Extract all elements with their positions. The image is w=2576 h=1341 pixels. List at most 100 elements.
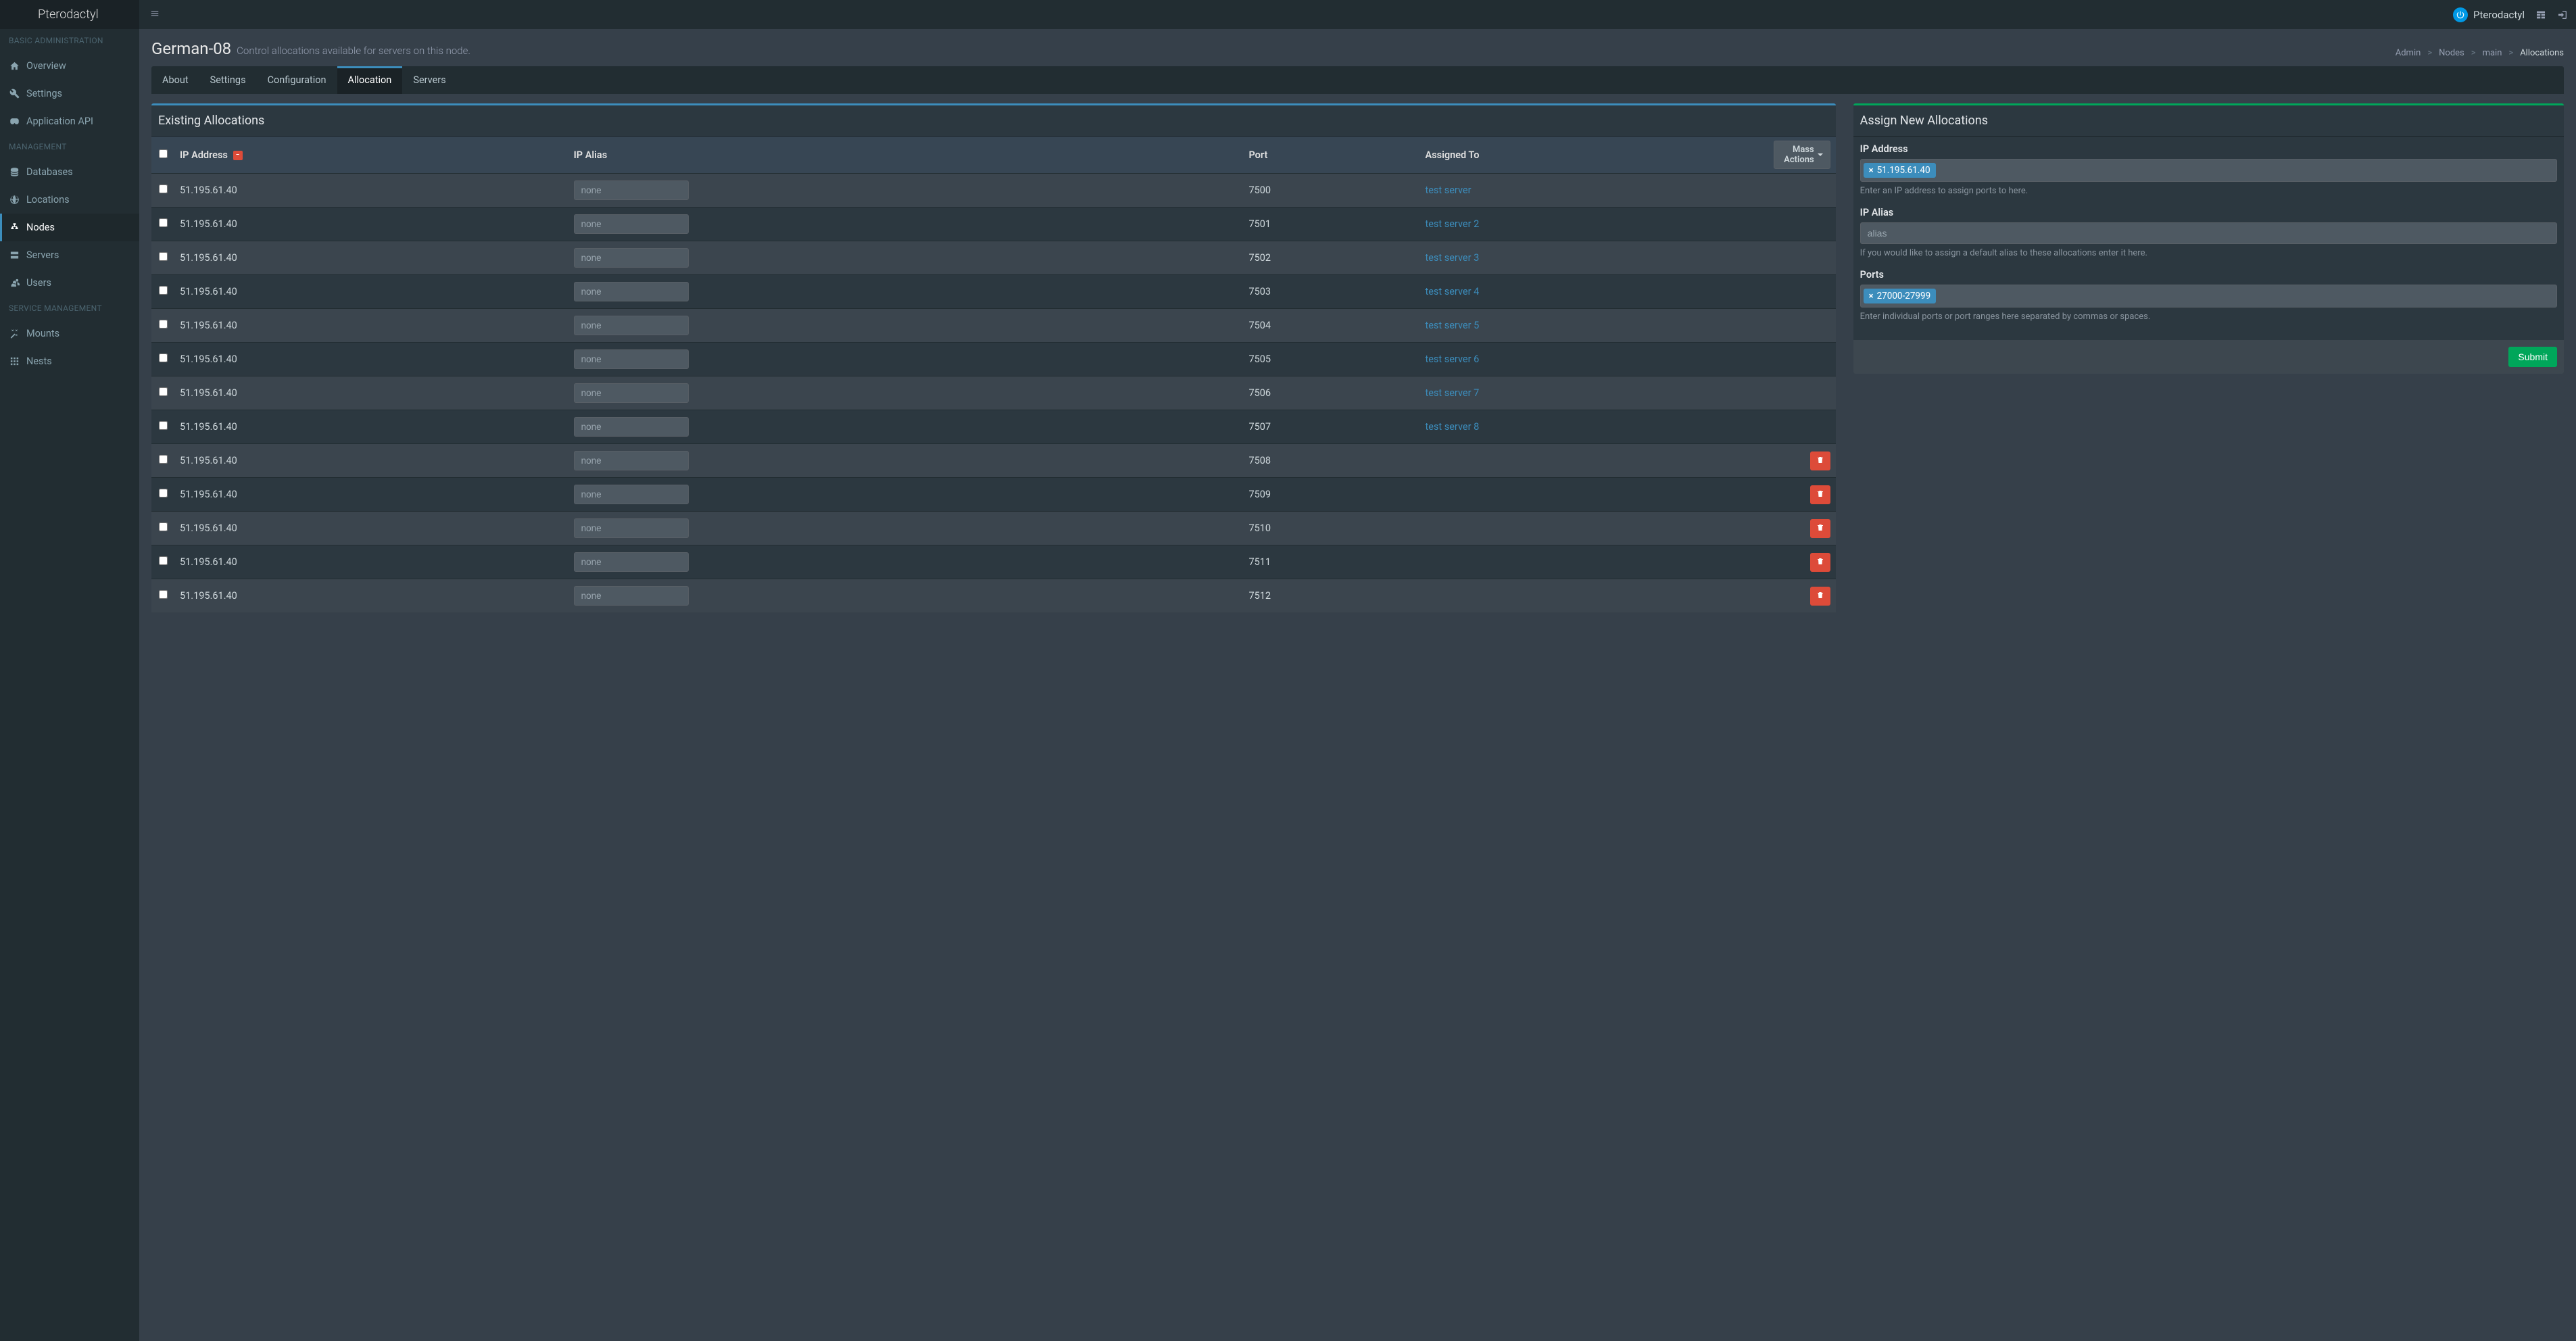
row-assigned: test server 7 (1419, 376, 1768, 410)
select-all-checkbox[interactable] (159, 149, 168, 158)
row-checkbox[interactable] (159, 353, 168, 362)
row-checkbox[interactable] (159, 320, 168, 328)
sidebar-section-header: BASIC ADMINISTRATION (0, 29, 139, 52)
row-assigned (1419, 478, 1768, 512)
row-assigned (1419, 579, 1768, 613)
ip-tag-input[interactable]: × 51.195.61.40 (1860, 159, 2557, 182)
row-port: 7509 (1243, 478, 1419, 512)
page-subtitle: Control allocations available for server… (237, 45, 470, 57)
assigned-server-link[interactable]: test server 6 (1425, 353, 1479, 365)
row-checkbox[interactable] (159, 387, 168, 396)
logout-icon[interactable] (2557, 9, 2568, 20)
row-alias-input[interactable] (574, 451, 689, 470)
delete-allocation-button[interactable] (1810, 519, 1830, 538)
row-checkbox[interactable] (159, 556, 168, 565)
row-alias-input[interactable] (574, 282, 689, 301)
row-actions (1768, 579, 1836, 613)
tab-settings[interactable]: Settings (199, 66, 257, 94)
row-checkbox[interactable] (159, 421, 168, 430)
sidebar-item-nodes[interactable]: Nodes (0, 214, 139, 241)
collapse-icon[interactable]: − (233, 151, 243, 160)
row-alias-input[interactable] (574, 349, 689, 369)
row-checkbox[interactable] (159, 252, 168, 261)
ports-tag-input[interactable]: × 27000-27999 (1860, 285, 2557, 308)
sidebar-item-users[interactable]: Users (0, 269, 139, 297)
delete-allocation-button[interactable] (1810, 485, 1830, 504)
assigned-server-link[interactable]: test server (1425, 185, 1471, 196)
trash-icon (1816, 456, 1824, 466)
assigned-server-link[interactable]: test server 2 (1425, 218, 1479, 230)
ip-tag[interactable]: × 51.195.61.40 (1864, 163, 1936, 178)
mass-actions-label: Mass Actions (1781, 145, 1814, 165)
remove-tag-icon[interactable]: × (1869, 291, 1874, 301)
row-alias-input[interactable] (574, 214, 689, 234)
trash-icon (1816, 557, 1824, 568)
tab-configuration[interactable]: Configuration (257, 66, 337, 94)
ports-tag[interactable]: × 27000-27999 (1864, 289, 1937, 303)
tab-about[interactable]: About (151, 66, 199, 94)
sidebar-item-nests[interactable]: Nests (0, 347, 139, 375)
row-port: 7505 (1243, 343, 1419, 376)
sidebar-item-databases[interactable]: Databases (0, 158, 139, 186)
breadcrumb-link[interactable]: Admin (2396, 48, 2421, 58)
brand-logo[interactable]: Pterodactyl (0, 7, 139, 22)
user-menu[interactable]: Pterodactyl (2453, 7, 2525, 22)
table-row: 51.195.61.407505test server 6 (151, 343, 1836, 376)
row-checkbox[interactable] (159, 218, 168, 227)
table-row: 51.195.61.407511 (151, 545, 1836, 579)
tab-servers[interactable]: Servers (402, 66, 456, 94)
row-alias-input[interactable] (574, 485, 689, 504)
row-checkbox[interactable] (159, 286, 168, 295)
calendar-icon[interactable] (2535, 9, 2546, 20)
sidebar-item-label: Settings (26, 88, 62, 99)
hamburger-icon (150, 10, 160, 21)
row-alias-input[interactable] (574, 552, 689, 572)
sidebar-item-settings[interactable]: Settings (0, 80, 139, 107)
assigned-server-link[interactable]: test server 4 (1425, 286, 1479, 297)
row-alias-input[interactable] (574, 586, 689, 606)
sidebar-item-overview[interactable]: Overview (0, 52, 139, 80)
sidebar-item-application-api[interactable]: Application API (0, 107, 139, 135)
row-alias-input[interactable] (574, 518, 689, 538)
remove-tag-icon[interactable]: × (1869, 166, 1874, 176)
table-row: 51.195.61.407503test server 4 (151, 275, 1836, 309)
main-header: Pterodactyl Pterodactyl (0, 0, 2576, 29)
delete-allocation-button[interactable] (1810, 452, 1830, 470)
row-alias-input[interactable] (574, 316, 689, 335)
assign-allocations-box: Assign New Allocations IP Address × 51.1… (1853, 103, 2564, 374)
row-alias-input[interactable] (574, 180, 689, 200)
assigned-server-link[interactable]: test server 5 (1425, 320, 1479, 331)
row-alias-cell (568, 512, 1244, 545)
row-checkbox[interactable] (159, 489, 168, 497)
row-checkbox[interactable] (159, 590, 168, 599)
row-actions (1768, 343, 1836, 376)
row-checkbox-cell (151, 512, 174, 545)
submit-button[interactable]: Submit (2508, 347, 2557, 367)
breadcrumb-link[interactable]: main (2483, 48, 2502, 58)
row-checkbox[interactable] (159, 185, 168, 193)
sidebar-item-servers[interactable]: Servers (0, 241, 139, 269)
row-alias-input[interactable] (574, 417, 689, 437)
table-row: 51.195.61.407500test server (151, 174, 1836, 208)
row-checkbox[interactable] (159, 455, 168, 464)
row-port: 7510 (1243, 512, 1419, 545)
sidebar-toggle-button[interactable] (147, 6, 162, 24)
sidebar-section-header: SERVICE MANAGEMENT (0, 297, 139, 320)
delete-allocation-button[interactable] (1810, 553, 1830, 572)
row-actions (1768, 208, 1836, 241)
sidebar-item-mounts[interactable]: Mounts (0, 320, 139, 347)
delete-allocation-button[interactable] (1810, 587, 1830, 606)
breadcrumb-link[interactable]: Nodes (2439, 48, 2464, 58)
sidebar-item-locations[interactable]: Locations (0, 186, 139, 214)
assigned-server-link[interactable]: test server 7 (1425, 387, 1479, 399)
alias-input[interactable] (1860, 222, 2557, 244)
row-alias-input[interactable] (574, 383, 689, 403)
assigned-server-link[interactable]: test server 3 (1425, 252, 1479, 264)
tab-allocation[interactable]: Allocation (337, 66, 403, 94)
mass-actions-dropdown[interactable]: Mass Actions (1774, 141, 1830, 169)
col-port: Port (1243, 137, 1419, 174)
row-checkbox[interactable] (159, 522, 168, 531)
assigned-server-link[interactable]: test server 8 (1425, 421, 1479, 433)
row-alias-input[interactable] (574, 248, 689, 268)
row-actions (1768, 512, 1836, 545)
